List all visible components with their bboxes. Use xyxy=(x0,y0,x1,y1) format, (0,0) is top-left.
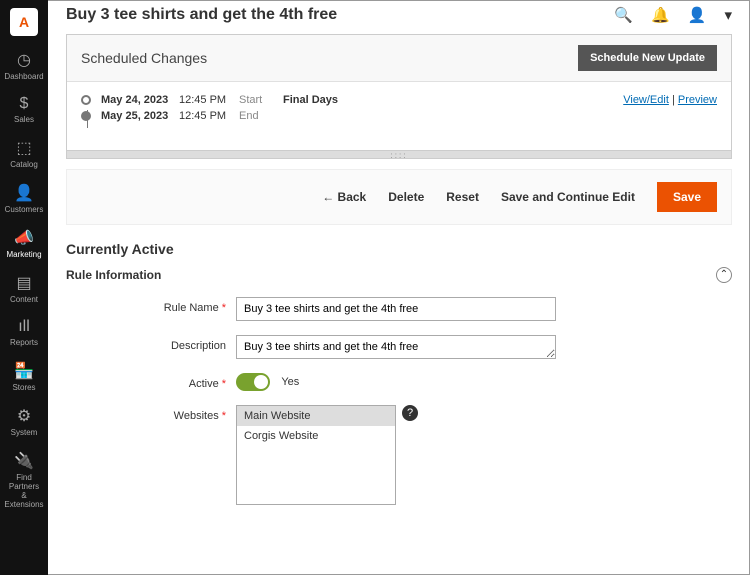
save-continue-button[interactable]: Save and Continue Edit xyxy=(501,190,635,204)
rule-information-label: Rule Information xyxy=(66,268,716,282)
delete-button[interactable]: Delete xyxy=(388,190,424,204)
page-title: Buy 3 tee shirts and get the 4th free xyxy=(66,6,596,24)
schedule-new-update-button[interactable]: Schedule New Update xyxy=(578,45,717,71)
circle-open-icon xyxy=(81,95,91,105)
help-icon[interactable]: ? xyxy=(402,405,418,421)
megaphone-icon: 📣 xyxy=(2,228,46,248)
active-value: Yes xyxy=(281,376,299,388)
nav-stores[interactable]: 🏪Stores xyxy=(0,355,48,400)
top-bar: Buy 3 tee shirts and get the 4th free 🔍 … xyxy=(48,0,750,28)
admin-sidebar: A ◷Dashboard $Sales ⬚Catalog 👤Customers … xyxy=(0,0,48,575)
active-label: Active* xyxy=(66,373,236,390)
scheduled-changes-panel: Scheduled Changes Schedule New Update Ma… xyxy=(66,34,732,159)
rule-information-header[interactable]: Rule Information ⌃ xyxy=(66,267,732,283)
schedule-timeline: May 24, 2023 12:45 PM Start Final Days M… xyxy=(67,82,731,150)
currently-active-heading: Currently Active xyxy=(66,241,732,257)
nav-sales[interactable]: $Sales xyxy=(0,89,48,132)
nav-catalog[interactable]: ⬚Catalog xyxy=(0,132,48,177)
bell-icon[interactable]: 🔔 xyxy=(651,6,670,24)
plug-icon: 🔌 xyxy=(2,451,46,471)
schedule-start-row: May 24, 2023 12:45 PM Start Final Days xyxy=(81,94,717,106)
view-edit-link[interactable]: View/Edit xyxy=(623,94,669,106)
nav-partners[interactable]: 🔌Find Partners & Extensions xyxy=(0,445,48,517)
chart-icon: ıll xyxy=(2,318,46,336)
schedule-end-row: May 25, 2023 12:45 PM End xyxy=(81,110,717,122)
websites-select[interactable]: Main Website Corgis Website xyxy=(236,405,396,505)
reset-button[interactable]: Reset xyxy=(446,190,479,204)
user-icon: 👤 xyxy=(2,183,46,203)
scheduled-heading: Scheduled Changes xyxy=(81,50,578,66)
circle-filled-icon xyxy=(81,111,91,121)
search-icon[interactable]: 🔍 xyxy=(614,6,633,24)
action-bar: Back Delete Reset Save and Continue Edit… xyxy=(66,169,732,225)
rule-form: Rule Name* Description Buy 3 tee shirts … xyxy=(66,297,732,505)
brand-logo: A xyxy=(10,8,38,36)
rule-name-label: Rule Name* xyxy=(66,297,236,314)
gauge-icon: ◷ xyxy=(2,50,46,70)
preview-link[interactable]: Preview xyxy=(678,94,717,106)
chevron-down-icon[interactable]: ▾ xyxy=(724,6,732,24)
content-icon: ▤ xyxy=(2,273,46,293)
account-icon[interactable]: 👤 xyxy=(688,6,707,24)
main-content: Buy 3 tee shirts and get the 4th free 🔍 … xyxy=(48,0,750,575)
rule-name-input[interactable] xyxy=(236,297,556,321)
store-icon: 🏪 xyxy=(2,361,46,381)
nav-marketing[interactable]: 📣Marketing xyxy=(0,222,48,267)
websites-label: Websites* xyxy=(66,405,236,422)
panel-drag-handle[interactable]: :::: xyxy=(67,150,731,158)
dollar-icon: $ xyxy=(2,95,46,113)
nav-dashboard[interactable]: ◷Dashboard xyxy=(0,44,48,89)
website-option-corgis[interactable]: Corgis Website xyxy=(237,426,395,446)
nav-content[interactable]: ▤Content xyxy=(0,267,48,312)
schedule-links: View/Edit | Preview xyxy=(623,94,717,106)
save-button[interactable]: Save xyxy=(657,182,717,212)
box-icon: ⬚ xyxy=(2,138,46,158)
timeline-connector xyxy=(87,110,88,128)
active-toggle[interactable] xyxy=(236,373,270,391)
gear-icon: ⚙ xyxy=(2,406,46,426)
nav-system[interactable]: ⚙System xyxy=(0,400,48,445)
back-button[interactable]: Back xyxy=(322,190,366,204)
website-option-main[interactable]: Main Website xyxy=(237,406,395,426)
description-input[interactable]: Buy 3 tee shirts and get the 4th free xyxy=(236,335,556,359)
nav-reports[interactable]: ıllReports xyxy=(0,312,48,355)
collapse-icon[interactable]: ⌃ xyxy=(716,267,732,283)
nav-customers[interactable]: 👤Customers xyxy=(0,177,48,222)
description-label: Description xyxy=(66,335,236,352)
